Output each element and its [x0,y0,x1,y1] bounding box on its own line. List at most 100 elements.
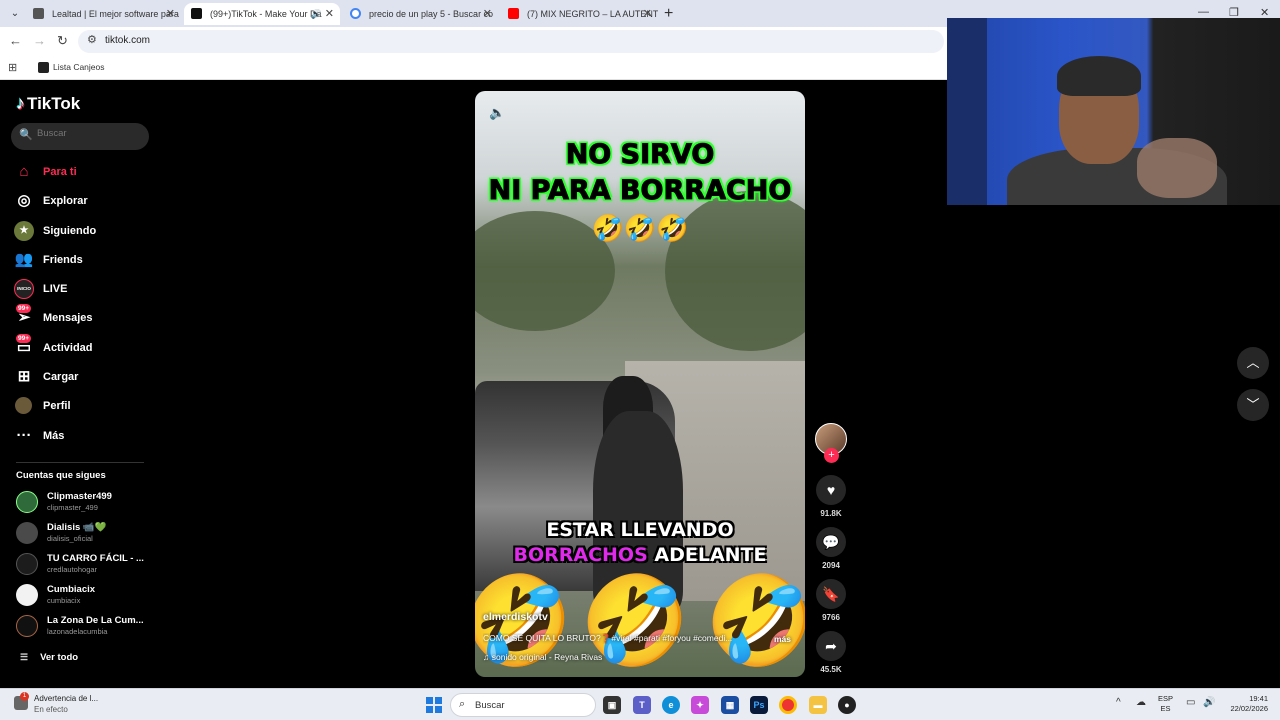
teams-icon[interactable]: T [633,696,651,714]
sidebar-item-label: Perfil [43,400,71,413]
chevron-up-icon[interactable]: ^ [1116,697,1121,708]
windows-start-icon[interactable] [426,697,442,713]
sidebar-item-perfil[interactable]: Perfil [14,395,154,424]
network-icon[interactable]: ▭ [1186,697,1195,708]
comment-icon[interactable]: 💬 [816,527,846,557]
file-explorer-icon[interactable]: ▬ [809,696,827,714]
photoshop-icon[interactable]: Ps [750,696,768,714]
comment-action[interactable]: 💬 2094 [815,527,847,570]
account-handle: dialisis_oficial [47,534,93,543]
task-view-icon[interactable]: ▣ [603,696,621,714]
bookmark-lista-canjeos[interactable]: Lista Canjeos [38,60,105,74]
following-avatar-icon: ★ [14,220,34,241]
recorder-icon[interactable]: ● [838,696,856,714]
close-icon[interactable]: ✕ [325,3,334,25]
site-info-icon[interactable]: ⚙ [87,33,97,46]
taskbar-search[interactable]: ⌕ Buscar [450,693,596,717]
save-action[interactable]: 🔖 9766 [815,579,847,622]
following-account[interactable]: Cumbiacix cumbiacix [16,581,156,611]
search-icon[interactable]: 🔍 [19,128,33,141]
edge-icon[interactable]: e [662,696,680,714]
search-input[interactable] [37,128,137,139]
account-name: Cumbiacix [47,584,96,595]
notification-status: En efecto [34,705,68,714]
sidebar-item-siguiendo[interactable]: ★ Siguiendo [14,220,154,249]
video-sound[interactable]: ♫ sonido original - Reyna Rivas [483,652,799,662]
forward-icon[interactable]: → [33,33,46,48]
sidebar-item-label: Actividad [43,341,93,354]
taskbar-search-label: Buscar [475,700,505,711]
volume-icon[interactable]: 🔊 [1203,697,1215,708]
reload-icon[interactable]: ↻ [57,33,68,49]
sidebar-item-label: LIVE [43,283,68,296]
avatar [16,522,38,544]
comment-count: 2094 [822,561,840,570]
language-code: ESP [1158,694,1174,703]
video-description: COMO SE QUITA LO BRUTO?❓#viral #parati #… [483,633,733,643]
close-icon[interactable]: ✕ [483,3,492,25]
share-icon[interactable]: ➦ [816,631,846,661]
chrome-icon[interactable] [779,696,797,714]
language-indicator[interactable]: ESP ES [1158,694,1173,714]
cloud-sync-icon[interactable]: ☁ [1136,697,1146,708]
tab-search-icon[interactable]: ⌄ [6,5,24,23]
more-link[interactable]: más [774,634,791,644]
sidebar-item-label: Siguiendo [43,224,97,237]
apps-grid-icon[interactable]: ⊞ [8,61,17,74]
tab-google-search[interactable]: precio de un play 5 - Buscar co ✕ [343,3,498,25]
sidebar-item-live[interactable]: INICIO LIVE [14,278,154,307]
following-account[interactable]: TU CARRO FÁCIL - ... credlautohogar [16,550,156,580]
save-count: 9766 [822,613,840,622]
previous-video-button[interactable]: ︿ [1237,347,1269,379]
system-clock[interactable]: 19:41 22/02/2026 [1224,694,1268,714]
sidebar-item-label: Explorar [43,195,88,208]
volume-icon[interactable]: 🔈 [489,105,505,121]
follow-plus-icon[interactable]: + [824,448,839,463]
see-all-link[interactable]: ☰ Ver todo [20,652,78,663]
speaker-icon[interactable]: 🔊 [311,3,322,25]
like-action[interactable]: ♥ 91.8K [815,475,847,518]
sidebar-item-mensajes[interactable]: ➢ 99+ Mensajes [14,304,154,336]
tab-tiktok[interactable]: (99+)TikTok - Make Your Da 🔊 ✕ [184,3,340,25]
close-icon[interactable]: ✕ [166,3,175,25]
copilot-icon[interactable]: ✦ [691,696,709,714]
sidebar-item-label: Más [43,429,65,442]
caption-highlight: BORRACHOS [513,544,648,566]
caption-line: ESTAR LLEVANDO [546,519,734,541]
account-handle: credlautohogar [47,565,98,574]
sidebar-divider [16,462,144,463]
tab-youtube[interactable]: (7) MIX NEGRITO – LA AUTENTI ✕ [501,3,658,25]
account-handle: cumbiacix [47,596,81,605]
heart-icon[interactable]: ♥ [816,475,846,505]
tiktok-logo[interactable]: ♪ TikTok [16,93,80,114]
new-tab-button[interactable]: + [664,3,673,25]
minimize-icon[interactable]: — [1198,6,1209,18]
sidebar-item-mas[interactable]: ··· Más [14,425,154,454]
tab-lealtad[interactable]: Lealtad | El mejor software para ✕ [26,3,181,25]
close-icon[interactable]: ✕ [643,3,652,25]
account-name: Clipmaster499 [47,491,112,502]
bookmark-icon[interactable]: 🔖 [816,579,846,609]
store-icon[interactable]: ▦ [721,696,739,714]
sidebar-item-cargar[interactable]: ⊞ Cargar [14,366,154,395]
video-player[interactable]: 🔈 NO SIRVO NI PARA BORRACHO 🤣🤣🤣 ESTAR LL… [475,91,805,677]
avatar [16,491,38,513]
following-account[interactable]: Clipmaster499 clipmaster_499 [16,488,156,518]
sidebar-item-actividad[interactable]: ▭ 99+ Actividad [14,333,154,366]
following-account[interactable]: La Zona De La Cum... lazonadelacumbia [16,612,156,642]
following-section-title: Cuentas que sigues [16,470,106,481]
like-count: 91.8K [820,509,842,518]
video-author[interactable]: elmerdiskotv [483,611,799,623]
next-video-button[interactable]: ﹀ [1237,389,1269,421]
back-icon[interactable]: ← [9,33,22,48]
following-account[interactable]: Dialisis 📹💚 dialisis_oficial [16,519,156,549]
caption-line: BORRACHOS ADELANTE [475,543,805,568]
caption-line: NI PARA BORRACHO [488,175,792,207]
share-action[interactable]: ➦ 45.5K [815,631,847,674]
sidebar-item-para-ti[interactable]: ⌂ Para ti [14,161,154,190]
account-name: Dialisis 📹💚 [47,522,107,533]
more-icon: ··· [16,426,32,444]
sidebar-item-explorar[interactable]: ◎ Explorar [14,190,154,219]
sidebar-item-friends[interactable]: 👥 Friends [14,249,154,278]
url-field[interactable]: ⚙ tiktok.com [78,30,944,53]
